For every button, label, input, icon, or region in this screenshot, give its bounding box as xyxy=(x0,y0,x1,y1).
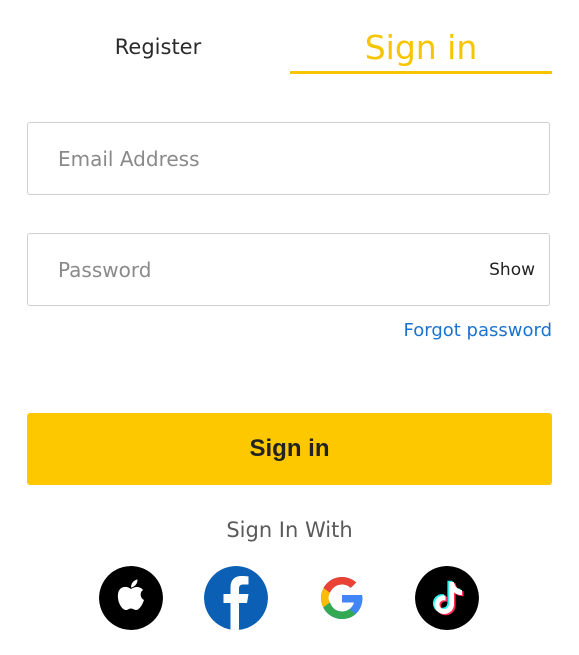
auth-tabs: Register Sign in xyxy=(27,20,552,76)
apple-icon[interactable] xyxy=(99,566,163,630)
facebook-icon[interactable] xyxy=(204,566,268,630)
email-field-container xyxy=(27,122,550,195)
password-field-container: Show xyxy=(27,233,550,306)
tab-sign-in[interactable]: Sign in xyxy=(290,20,552,74)
google-icon[interactable] xyxy=(310,566,374,630)
tiktok-icon[interactable] xyxy=(415,566,479,630)
sign-in-with-label: Sign In With xyxy=(226,518,353,542)
active-tab-underline xyxy=(290,71,552,74)
forgot-password-link[interactable]: Forgot password xyxy=(404,320,552,341)
sign-in-button[interactable]: Sign in xyxy=(27,413,552,485)
tab-register[interactable]: Register xyxy=(27,20,289,74)
email-input[interactable] xyxy=(28,123,549,194)
password-input[interactable] xyxy=(28,234,549,305)
show-password-toggle[interactable]: Show xyxy=(489,234,535,305)
